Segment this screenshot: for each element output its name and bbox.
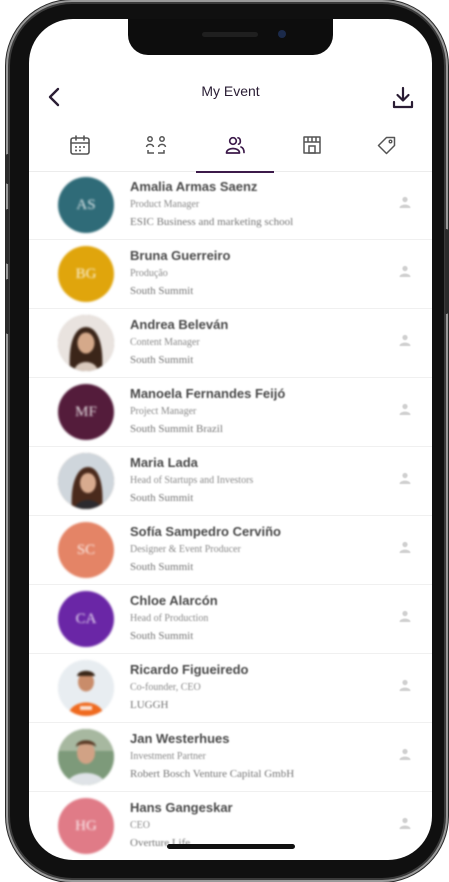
attendee-row[interactable]: HG Hans Gangeskar CEO Overture Life [29, 792, 432, 860]
contact-icon[interactable] [398, 402, 412, 416]
contact-icon [399, 265, 411, 277]
home-indicator [167, 844, 295, 849]
attendee-row[interactable]: Ricardo Figueiredo Co-founder, CEO LUGGH [29, 654, 432, 723]
download-icon [392, 86, 414, 109]
download-button[interactable] [390, 85, 416, 111]
attendee-role: Designer & Event Producer [130, 544, 241, 555]
attendee-row[interactable]: MF Manoela Fernandes Feijó Project Manager… [29, 378, 432, 447]
contact-icon[interactable] [398, 678, 412, 692]
contact-icon [399, 541, 411, 553]
volume-up-button [6, 209, 9, 264]
tab-offers[interactable] [362, 133, 412, 167]
avatar [58, 660, 114, 716]
contact-icon [399, 610, 411, 622]
avatar: CA [58, 591, 114, 647]
tab-networking[interactable] [131, 133, 181, 167]
contact-icon [399, 334, 411, 346]
attendee-name: Hans Gangeskar [130, 800, 233, 815]
contact-icon [399, 196, 411, 208]
contact-icon[interactable] [398, 540, 412, 554]
tab-people[interactable] [196, 133, 274, 173]
contact-icon [399, 679, 411, 691]
contact-icon[interactable] [398, 471, 412, 485]
contact-icon[interactable] [398, 747, 412, 761]
attendee-name: Maria Lada [130, 455, 198, 470]
attendee-name: Manoela Fernandes Feijó [130, 386, 286, 401]
avatar [58, 453, 114, 509]
attendee-name: Andrea Beleván [130, 317, 229, 332]
attendee-row[interactable]: SC Sofía Sampedro Cerviño Designer & Event… [29, 516, 432, 585]
avatar: SC [58, 522, 114, 578]
volume-down-button [6, 279, 9, 334]
attendee-company: South Summit [130, 630, 194, 642]
contact-icon [399, 748, 411, 760]
attendee-role: Produção [130, 268, 168, 279]
tab-agenda[interactable] [55, 133, 105, 167]
contact-icon[interactable] [398, 333, 412, 347]
notch [128, 19, 333, 55]
attendee-list: AS Amalia Armas Saenz Product Manager ESIC … [29, 171, 432, 860]
people-icon [225, 136, 245, 154]
attendee-row[interactable]: Jan Westerhues Investment Partner Robert B… [29, 723, 432, 792]
attendee-name: Sofía Sampedro Cerviño [130, 524, 281, 539]
tag-icon [377, 136, 396, 155]
attendee-row[interactable]: AS Amalia Armas Saenz Product Manager ESIC … [29, 171, 432, 240]
attendee-role: CEO [130, 820, 150, 831]
camera [278, 30, 286, 38]
attendee-row[interactable]: CA Chloe Alarcón Head of Production South S… [29, 585, 432, 654]
avatar [58, 729, 114, 785]
contact-icon [399, 472, 411, 484]
attendee-company: South Summit [130, 492, 194, 504]
tab-bar [29, 125, 432, 173]
tab-exhibitors[interactable] [287, 133, 337, 167]
app-header: My Event [29, 77, 432, 121]
avatar: MF [58, 384, 114, 440]
attendee-role: Investment Partner [130, 751, 206, 762]
attendee-name: Bruna Guerreiro [130, 248, 231, 263]
attendee-company: Robert Bosch Venture Capital GmbH [130, 768, 295, 780]
calendar-icon [70, 135, 90, 155]
attendee-role: Head of Production [130, 613, 209, 624]
attendee-name: Ricardo Figueiredo [130, 662, 249, 677]
page-title: My Event [201, 83, 260, 99]
speaker [202, 32, 258, 37]
power-button [445, 229, 448, 314]
mute-switch [6, 154, 9, 184]
avatar: HG [58, 798, 114, 854]
attendee-row[interactable]: BG Bruna Guerreiro Produção South Summit [29, 240, 432, 309]
attendee-name: Chloe Alarcón [130, 593, 218, 608]
attendee-company: LUGGH [130, 699, 169, 711]
attendee-company: South Summit [130, 285, 194, 297]
attendee-role: Project Manager [130, 406, 197, 417]
avatar [58, 315, 114, 371]
avatar: BG [58, 246, 114, 302]
attendee-name: Amalia Armas Saenz [130, 179, 258, 194]
attendee-role: Product Manager [130, 199, 200, 210]
contact-icon[interactable] [398, 264, 412, 278]
store-icon [303, 136, 321, 154]
attendee-company: ESIC Business and marketing school [130, 216, 294, 228]
contact-icon[interactable] [398, 816, 412, 830]
attendee-name: Jan Westerhues [130, 731, 230, 746]
app-screen: My Event AS Amalia Armas Saenz Product Man… [29, 19, 432, 860]
network-icon [145, 136, 167, 154]
contact-icon[interactable] [398, 195, 412, 209]
contact-icon [399, 817, 411, 829]
attendee-row[interactable]: Andrea Beleván Content Manager South Summi… [29, 309, 432, 378]
contact-icon [399, 403, 411, 415]
contact-icon[interactable] [398, 609, 412, 623]
attendee-company: South Summit [130, 561, 194, 573]
attendee-row[interactable]: Maria Lada Head of Startups and Investors… [29, 447, 432, 516]
attendee-role: Head of Startups and Investors [130, 475, 254, 486]
attendee-role: Content Manager [130, 337, 200, 348]
avatar: AS [58, 177, 114, 233]
attendee-role: Co-founder, CEO [130, 682, 201, 693]
attendee-company: South Summit [130, 354, 194, 366]
attendee-company: South Summit Brazil [130, 423, 223, 435]
